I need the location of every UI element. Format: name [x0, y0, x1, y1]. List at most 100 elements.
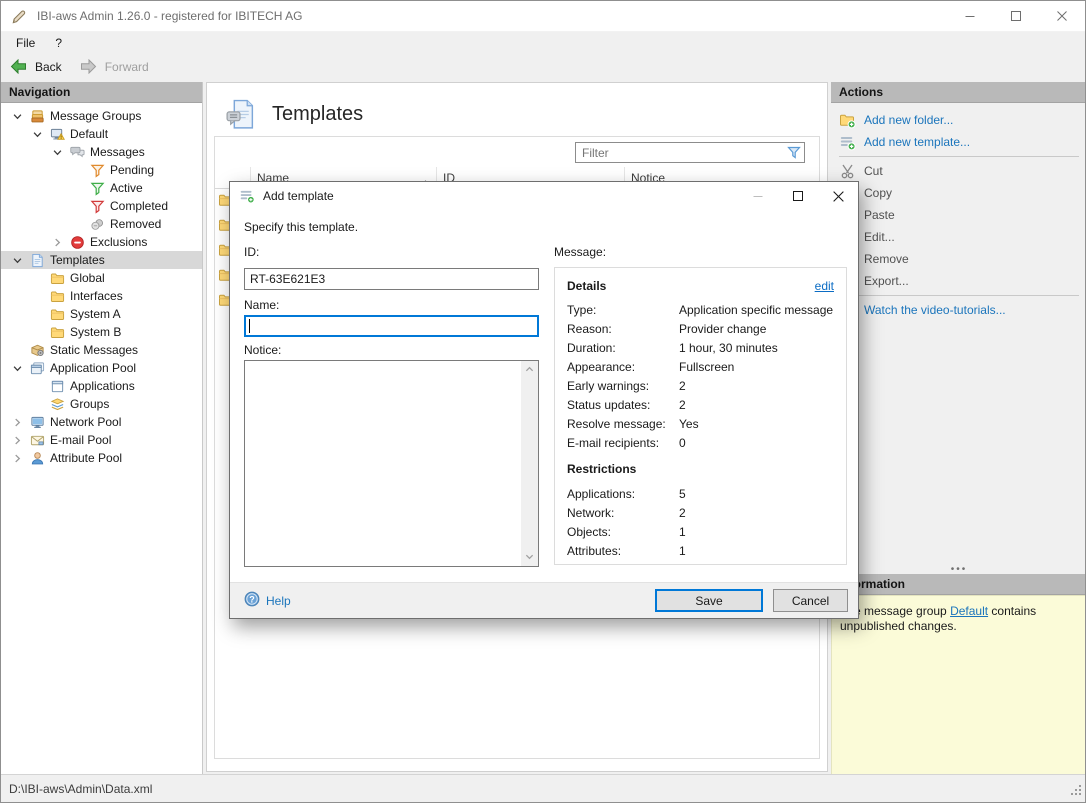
tree-item-pending[interactable]: Pending [1, 161, 202, 179]
tree-item-applications[interactable]: Applications [1, 377, 202, 395]
filter-box[interactable] [575, 142, 805, 163]
filter-icon[interactable] [784, 145, 804, 161]
tree-item-label: Message Groups [47, 109, 141, 123]
tree-item-label: Default [67, 127, 108, 141]
scrollbar[interactable] [521, 361, 538, 566]
chevron-right-icon[interactable] [7, 414, 27, 430]
action-remove[interactable]: Remove [831, 248, 1086, 270]
minimize-button[interactable] [947, 1, 993, 31]
attribute-pool-icon [27, 450, 47, 466]
tree-item-completed[interactable]: Completed [1, 197, 202, 215]
detail-label: Type: [567, 303, 679, 317]
templates-page-icon [27, 252, 47, 268]
tree-item-active[interactable]: Active [1, 179, 202, 197]
name-label: Name: [244, 298, 279, 312]
tree-item-label: Exclusions [87, 235, 147, 249]
close-button[interactable] [1039, 1, 1085, 31]
dialog-title: Add template [263, 189, 334, 203]
id-label: ID: [244, 245, 259, 259]
maximize-button[interactable] [993, 1, 1039, 31]
add-folder-icon [839, 112, 856, 129]
action-export[interactable]: Export... [831, 270, 1086, 292]
action-edit[interactable]: Edit... [831, 226, 1086, 248]
restriction-value: 5 [679, 487, 686, 501]
tree-item-label: Groups [67, 397, 109, 411]
folder-icon [47, 288, 67, 304]
dialog-maximize-button[interactable] [778, 182, 818, 210]
scroll-down-icon[interactable] [525, 550, 534, 564]
back-button[interactable]: Back [1, 55, 71, 79]
tree-item-application-pool[interactable]: Application Pool [1, 359, 202, 377]
tree-item-network-pool[interactable]: Network Pool [1, 413, 202, 431]
name-field[interactable] [244, 315, 539, 337]
chevron-right-icon[interactable] [7, 450, 27, 466]
detail-label: Status updates: [567, 398, 679, 412]
default-group-link[interactable]: Default [950, 604, 988, 618]
action-copy[interactable]: Copy [831, 182, 1086, 204]
tree-item-email-pool[interactable]: E-mail Pool [1, 431, 202, 449]
exclusions-icon [67, 234, 87, 250]
help-icon: ? [244, 591, 260, 610]
tree-item-exclusions[interactable]: Exclusions [1, 233, 202, 251]
action-label: Export... [864, 274, 909, 288]
chevron-down-icon[interactable] [7, 108, 27, 124]
chevron-down-icon[interactable] [47, 144, 67, 160]
cancel-button[interactable]: Cancel [773, 589, 848, 612]
panel-splitter-grip[interactable]: ••• [831, 565, 1086, 574]
scroll-up-icon[interactable] [525, 363, 534, 377]
tree-item-default[interactable]: Default [1, 125, 202, 143]
tree-item-message-groups[interactable]: Message Groups [1, 107, 202, 125]
forward-button[interactable]: Forward [71, 55, 158, 79]
detail-value: Yes [679, 417, 699, 431]
menu-help[interactable]: ? [45, 34, 72, 52]
templates-header-icon [224, 98, 257, 131]
add-template-icon [839, 134, 856, 151]
static-messages-icon [27, 342, 47, 358]
tree-item-templates[interactable]: Templates [1, 251, 202, 269]
detail-label: E-mail recipients: [567, 436, 679, 450]
action-cut[interactable]: Cut [831, 160, 1086, 182]
folder-icon [47, 270, 67, 286]
tree-item-removed[interactable]: Removed [1, 215, 202, 233]
back-label: Back [32, 60, 62, 74]
save-button[interactable]: Save [655, 589, 763, 612]
action-paste[interactable]: Paste [831, 204, 1086, 226]
restrictions-header: Restrictions [567, 462, 834, 478]
tree-item-groups[interactable]: Groups [1, 395, 202, 413]
resize-grip[interactable] [1069, 783, 1082, 799]
removed-icon [87, 216, 107, 232]
tree-item-messages[interactable]: Messages [1, 143, 202, 161]
tree-item-static-messages[interactable]: Static Messages [1, 341, 202, 359]
chevron-down-icon[interactable] [7, 252, 27, 268]
chevron-right-icon[interactable] [47, 234, 67, 250]
detail-row-early-warnings: Early warnings:2 [567, 376, 834, 395]
text-caret [249, 319, 250, 333]
id-field[interactable] [244, 268, 539, 290]
tree-item-attribute-pool[interactable]: Attribute Pool [1, 449, 202, 467]
navigation-header: Navigation [1, 82, 202, 103]
app-window: IBI-aws Admin 1.26.0 - registered for IB… [0, 0, 1086, 803]
action-label: Add new template... [864, 135, 970, 149]
tree-item-label: Global [67, 271, 105, 285]
action-add-new-template[interactable]: Add new template... [831, 131, 1086, 153]
notice-textarea[interactable] [244, 360, 539, 567]
dialog-close-button[interactable] [818, 182, 858, 210]
menu-file[interactable]: File [6, 34, 45, 52]
tree-item-system-a[interactable]: System A [1, 305, 202, 323]
filter-input[interactable] [576, 146, 784, 160]
help-link[interactable]: ? Help [244, 591, 291, 610]
tree-item-interfaces[interactable]: Interfaces [1, 287, 202, 305]
action-label: Paste [864, 208, 895, 222]
network-pool-icon [27, 414, 47, 430]
action-add-new-folder[interactable]: Add new folder... [831, 109, 1086, 131]
action-label: Remove [864, 252, 909, 266]
tree-item-global[interactable]: Global [1, 269, 202, 287]
edit-link[interactable]: edit [815, 279, 834, 293]
action-watch-video-tutorials[interactable]: Watch the video-tutorials... [831, 299, 1086, 321]
restriction-value: 1 [679, 544, 686, 558]
chevron-down-icon[interactable] [27, 126, 47, 142]
tree-item-system-b[interactable]: System B [1, 323, 202, 341]
chevron-right-icon[interactable] [7, 432, 27, 448]
chevron-down-icon[interactable] [7, 360, 27, 376]
help-label: Help [266, 594, 291, 608]
